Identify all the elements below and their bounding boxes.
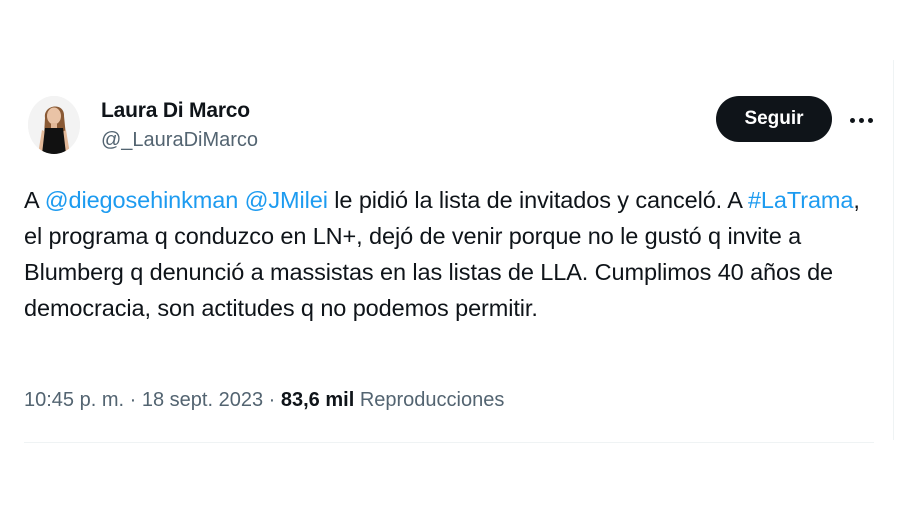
tweet-time[interactable]: 10:45 p. m. [24,389,124,411]
hashtag-link-latrama[interactable]: #LaTrama [748,187,854,213]
follow-button[interactable]: Seguir [716,96,832,142]
views-count[interactable]: 83,6 mil [281,389,354,411]
more-dot [858,117,864,123]
tweet-card: Laura Di Marco @_LauraDiMarco Seguir A @… [0,0,900,505]
card-border [893,60,894,440]
mention-link-jmilei[interactable]: @JMilei [245,187,328,213]
tweet-text-segment: le pidió la lista de invitados y canceló… [327,187,748,213]
tweet-meta: 10:45 p. m. · 18 sept. 2023 · 83,6 mil R… [24,389,504,412]
tweet-text: A @diegosehinkman @JMilei le pidió la li… [24,182,874,326]
tweet-date[interactable]: 18 sept. 2023 [142,389,263,411]
author-name[interactable]: Laura Di Marco [101,99,250,123]
views-label: Reproducciones [359,389,505,411]
more-dot [867,117,873,123]
meta-separator: · [268,389,276,411]
meta-separator: · [129,389,137,411]
tweet-text-segment: A [24,187,45,213]
more-dot [849,117,855,123]
more-options-icon[interactable] [846,108,876,132]
avatar[interactable] [28,96,80,154]
author-handle[interactable]: @_LauraDiMarco [101,129,258,152]
divider [24,442,874,443]
mention-link-diegosehinkman[interactable]: @diegosehinkman [45,187,239,213]
profile-photo [28,96,80,154]
